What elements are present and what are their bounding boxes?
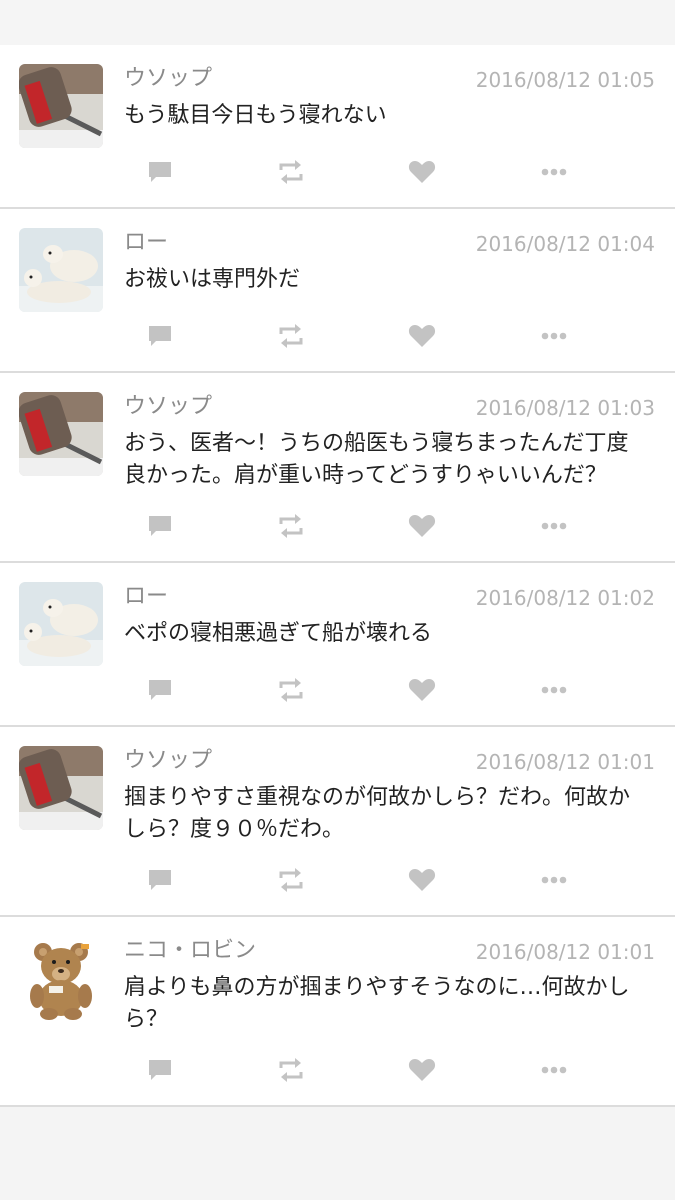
teddy-bear-avatar[interactable] — [19, 936, 103, 1020]
post-timestamp: 2016/08/12 01:05 — [475, 68, 655, 92]
post-actions — [0, 855, 675, 915]
reply-button[interactable] — [140, 157, 180, 187]
retweet-icon — [279, 160, 303, 184]
heart-icon — [408, 161, 436, 183]
like-button[interactable] — [402, 675, 442, 705]
post-timestamp: 2016/08/12 01:01 — [475, 940, 655, 964]
post-text: おう、医者〜！うちの船医もう寝ちまったんだ丁度良かった。肩が重い時ってどうすりゃ… — [124, 431, 629, 488]
post-timestamp: 2016/08/12 01:04 — [475, 232, 655, 256]
post-actions — [0, 501, 675, 561]
like-button[interactable] — [402, 865, 442, 895]
post-text: もう駄目今日もう寝れない — [124, 103, 387, 128]
reply-button[interactable] — [140, 1055, 180, 1085]
hammer-avatar-image — [19, 392, 103, 476]
hammer-avatar-image — [19, 64, 103, 148]
polar-bear-avatar-image — [19, 582, 103, 666]
heart-icon — [408, 869, 436, 891]
speech-bubble-icon — [149, 1060, 171, 1080]
timeline-post[interactable]: ニコ・ロビン 2016/08/12 01:01 肩よりも鼻の方が掴まりやすそうな… — [0, 917, 675, 1107]
speech-bubble-icon — [149, 516, 171, 536]
reply-button[interactable] — [140, 675, 180, 705]
timeline-feed: ウソップ 2016/08/12 01:05 もう駄目今日もう寝れない ロー 20… — [0, 45, 675, 1107]
post-actions — [0, 1045, 675, 1105]
hammer-avatar[interactable] — [19, 746, 103, 830]
post-actions — [0, 311, 675, 371]
post-author[interactable]: ウソップ — [124, 746, 212, 776]
hammer-avatar[interactable] — [19, 392, 103, 476]
more-dots-icon — [541, 876, 567, 884]
more-options-button[interactable] — [534, 321, 574, 351]
post-text: 掴まりやすさ重視なのが何故かしら？だわ。何故かしら？度９０％だわ。 — [124, 785, 631, 842]
retweet-icon — [279, 324, 303, 348]
post-author[interactable]: ロー — [124, 228, 168, 258]
more-options-button[interactable] — [534, 865, 574, 895]
retweet-button[interactable] — [271, 157, 311, 187]
reply-button[interactable] — [140, 511, 180, 541]
post-timestamp: 2016/08/12 01:01 — [475, 750, 655, 774]
retweet-icon — [279, 678, 303, 702]
retweet-button[interactable] — [271, 1055, 311, 1085]
polar-bear-avatar[interactable] — [19, 228, 103, 312]
post-author[interactable]: ニコ・ロビン — [124, 936, 256, 966]
heart-icon — [408, 679, 436, 701]
heart-icon — [408, 1059, 436, 1081]
post-timestamp: 2016/08/12 01:03 — [475, 396, 655, 420]
like-button[interactable] — [402, 511, 442, 541]
more-options-button[interactable] — [534, 1055, 574, 1085]
timeline-post[interactable]: ロー 2016/08/12 01:02 ベポの寝相悪過ぎて船が壊れる — [0, 563, 675, 727]
more-dots-icon — [541, 686, 567, 694]
retweet-button[interactable] — [271, 321, 311, 351]
more-options-button[interactable] — [534, 511, 574, 541]
post-actions — [0, 147, 675, 207]
heart-icon — [408, 515, 436, 537]
speech-bubble-icon — [149, 680, 171, 700]
polar-bear-avatar[interactable] — [19, 582, 103, 666]
timeline-post[interactable]: ウソップ 2016/08/12 01:03 おう、医者〜！うちの船医もう寝ちまっ… — [0, 373, 675, 563]
speech-bubble-icon — [149, 870, 171, 890]
timeline-post[interactable]: ウソップ 2016/08/12 01:01 掴まりやすさ重視なのが何故かしら？だ… — [0, 727, 675, 917]
like-button[interactable] — [402, 321, 442, 351]
teddy-bear-avatar-image — [19, 936, 103, 1020]
post-text: ベポの寝相悪過ぎて船が壊れる — [124, 621, 433, 646]
reply-button[interactable] — [140, 865, 180, 895]
post-timestamp: 2016/08/12 01:02 — [475, 586, 655, 610]
like-button[interactable] — [402, 157, 442, 187]
retweet-icon — [279, 514, 303, 538]
polar-bear-avatar-image — [19, 228, 103, 312]
speech-bubble-icon — [149, 162, 171, 182]
like-button[interactable] — [402, 1055, 442, 1085]
more-dots-icon — [541, 1066, 567, 1074]
more-dots-icon — [541, 522, 567, 530]
more-options-button[interactable] — [534, 675, 574, 705]
more-dots-icon — [541, 332, 567, 340]
retweet-button[interactable] — [271, 865, 311, 895]
post-author[interactable]: ロー — [124, 582, 168, 612]
post-author[interactable]: ウソップ — [124, 64, 212, 94]
more-dots-icon — [541, 168, 567, 176]
retweet-button[interactable] — [271, 511, 311, 541]
post-actions — [0, 665, 675, 725]
more-options-button[interactable] — [534, 157, 574, 187]
post-text: 肩よりも鼻の方が掴まりやすそうなのに…何故かしら？ — [124, 975, 630, 1032]
hammer-avatar[interactable] — [19, 64, 103, 148]
retweet-icon — [279, 868, 303, 892]
post-author[interactable]: ウソップ — [124, 392, 212, 422]
timeline-post[interactable]: ウソップ 2016/08/12 01:05 もう駄目今日もう寝れない — [0, 45, 675, 209]
post-text: お祓いは専門外だ — [124, 267, 301, 292]
retweet-icon — [279, 1058, 303, 1082]
heart-icon — [408, 325, 436, 347]
retweet-button[interactable] — [271, 675, 311, 705]
hammer-avatar-image — [19, 746, 103, 830]
top-bar — [0, 0, 675, 45]
speech-bubble-icon — [149, 326, 171, 346]
reply-button[interactable] — [140, 321, 180, 351]
timeline-post[interactable]: ロー 2016/08/12 01:04 お祓いは専門外だ — [0, 209, 675, 373]
